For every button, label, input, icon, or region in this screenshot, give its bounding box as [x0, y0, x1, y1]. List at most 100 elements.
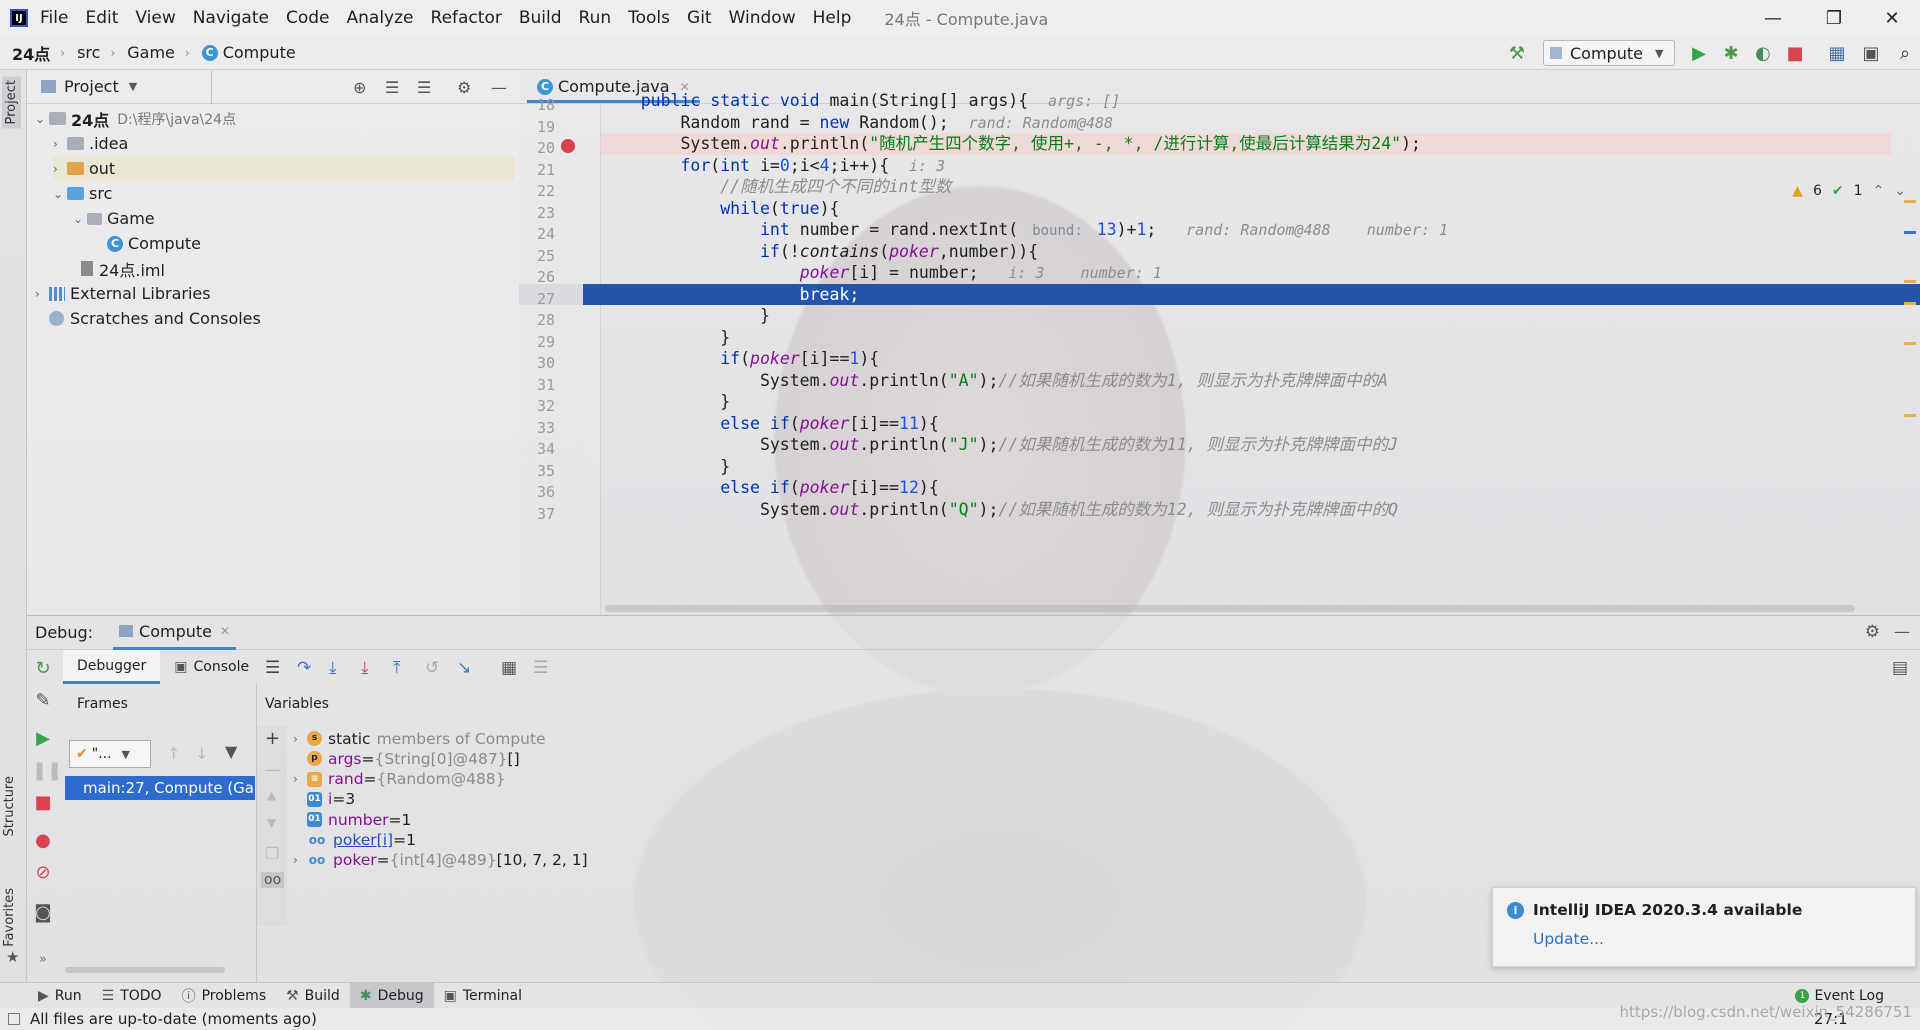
code-line[interactable]: System.out.println("J");//如果随机生成的数为11, 则… — [601, 434, 1891, 456]
line-number[interactable]: 28 — [519, 311, 555, 329]
tab-debugger[interactable]: Debugger — [63, 650, 161, 684]
code-line[interactable]: Random rand = new Random(); rand: Random… — [601, 112, 1891, 134]
code-line[interactable]: break; — [583, 283, 1920, 305]
copy-icon[interactable]: ❐ — [265, 844, 279, 863]
line-number[interactable]: 37 — [519, 505, 555, 523]
line-number[interactable]: 34 — [519, 440, 555, 458]
arrow-up-icon[interactable]: ↑ — [167, 744, 180, 763]
tool-tab-debug[interactable]: ✱ Debug — [349, 982, 434, 1009]
tree-item-project-root[interactable]: ⌄ 24点 D:\程序\java\24点 — [35, 106, 236, 131]
tree-item-idea[interactable]: › .idea — [53, 131, 128, 156]
project-structure-icon[interactable]: ▦ — [1826, 43, 1848, 64]
code-line[interactable]: } — [601, 391, 1891, 413]
build-hammer-icon[interactable]: ⚒ — [1506, 43, 1528, 64]
chevron-right-icon[interactable]: › — [293, 853, 307, 867]
step-out-icon[interactable]: ⤒ — [393, 658, 401, 678]
chevron-down-icon[interactable]: ▼ — [129, 80, 137, 93]
error-stripe-mark[interactable] — [1904, 280, 1916, 283]
step-into-icon[interactable]: ⤓ — [329, 658, 337, 678]
pause-icon[interactable]: ❚❚ — [32, 760, 62, 781]
trace-stream-icon[interactable]: ☰ — [533, 658, 548, 678]
line-number[interactable]: 29 — [519, 333, 555, 351]
chevron-right-icon[interactable]: › — [293, 732, 307, 746]
code-line[interactable]: if(poker[i]==1){ — [601, 348, 1891, 370]
expand-all-icon[interactable]: ☰ — [385, 78, 399, 97]
thread-selector[interactable]: ✔ "... ▼ — [69, 740, 151, 768]
error-stripe-mark[interactable] — [1904, 231, 1916, 234]
breakpoint-icon[interactable] — [561, 139, 575, 153]
code-line[interactable]: } — [601, 456, 1891, 478]
menu-git[interactable]: Git — [687, 8, 712, 28]
tree-item-out[interactable]: › out — [53, 156, 515, 181]
line-number[interactable]: 33 — [519, 419, 555, 437]
menu-refactor[interactable]: Refactor — [431, 8, 502, 28]
filter-icon[interactable]: ▼ — [225, 742, 237, 761]
tree-item-game[interactable]: ⌄ Game — [73, 206, 155, 231]
error-stripe-mark[interactable] — [1904, 200, 1916, 203]
line-number[interactable]: 24 — [519, 225, 555, 243]
line-number[interactable]: 25 — [519, 247, 555, 265]
menu-code[interactable]: Code — [286, 8, 330, 28]
error-stripe-mark[interactable] — [1904, 414, 1916, 417]
code-line[interactable]: else if(poker[i]==11){ — [601, 413, 1891, 435]
tool-tab-problems[interactable]: ⓘ Problems — [172, 983, 277, 1009]
minimize-button[interactable]: — — [1745, 0, 1801, 36]
run-icon[interactable]: ▶ — [1688, 43, 1710, 64]
close-tab-icon[interactable]: ✕ — [220, 624, 230, 638]
code-line[interactable]: while(true){ — [601, 198, 1891, 220]
arrow-down-icon[interactable]: ↓ — [195, 744, 208, 763]
menu-file[interactable]: File — [40, 8, 68, 28]
frame-item[interactable]: main:27, Compute (Gam — [65, 776, 255, 800]
code-line[interactable]: System.out.println("A");//如果随机生成的数为1, 则显… — [601, 370, 1891, 392]
chevron-right-icon[interactable]: › — [293, 772, 307, 786]
structure-tool-tab[interactable]: Structure — [2, 776, 17, 836]
tool-tab-run[interactable]: ▶ Run — [28, 983, 92, 1009]
breadcrumb-project[interactable]: 24点 — [12, 41, 50, 65]
evaluate-expression-icon[interactable]: ▦ — [501, 658, 517, 678]
tool-tab-build[interactable]: ⚒ Build — [276, 983, 350, 1009]
git-window-icon[interactable]: ▣ — [1860, 43, 1882, 64]
breadcrumb-game[interactable]: Game — [127, 43, 175, 62]
collapse-all-icon[interactable]: ☰ — [417, 78, 431, 97]
menu-help[interactable]: Help — [813, 8, 852, 28]
code-line[interactable]: if(!contains(poker,number)){ — [601, 241, 1891, 263]
tree-item-iml[interactable]: 24点.iml — [81, 256, 165, 281]
toggle-tool-windows-icon[interactable] — [8, 1013, 20, 1025]
remove-watch-icon[interactable]: — — [265, 760, 281, 779]
line-number[interactable]: 22 — [519, 182, 555, 200]
editor-horizontal-scrollbar[interactable] — [605, 605, 1855, 612]
line-number[interactable]: 31 — [519, 376, 555, 394]
update-link[interactable]: Update... — [1533, 930, 1604, 948]
code-line[interactable]: } — [601, 327, 1891, 349]
variable-row[interactable]: › oo poker = {int[4]@489} [10, 7, 2, 1] — [293, 848, 588, 873]
favorites-tool-tab[interactable]: Favorites — [2, 888, 17, 947]
mute-breakpoints-icon[interactable]: ⊘ — [32, 862, 54, 883]
add-watch-icon[interactable]: + — [265, 728, 280, 749]
debug-bug-icon[interactable]: ✱ — [1720, 43, 1742, 64]
move-down-icon[interactable]: ▼ — [267, 816, 276, 830]
code-line[interactable]: } — [601, 305, 1891, 327]
line-number[interactable]: 36 — [519, 483, 555, 501]
layout-settings-icon[interactable]: ▤ — [1892, 658, 1908, 678]
tool-tab-todo[interactable]: ☰ TODO — [92, 983, 172, 1009]
move-up-icon[interactable]: ▲ — [267, 788, 276, 802]
line-number[interactable]: 19 — [519, 118, 555, 136]
line-number[interactable]: 32 — [519, 397, 555, 415]
code-line[interactable]: System.out.println("Q");//如果随机生成的数为12, 则… — [601, 499, 1891, 521]
tool-tab-terminal[interactable]: ▣ Terminal — [434, 983, 532, 1009]
coverage-icon[interactable]: ◐ — [1752, 43, 1774, 64]
run-configuration-select[interactable]: Compute ▼ — [1543, 40, 1675, 66]
line-number[interactable]: 21 — [519, 161, 555, 179]
project-tool-tab[interactable]: Project — [2, 76, 21, 129]
chevron-down-icon[interactable]: ⌄ — [1894, 183, 1906, 199]
menu-run[interactable]: Run — [579, 8, 612, 28]
line-number[interactable]: 20 — [519, 139, 555, 157]
editor-gutter[interactable]: 18 19 20 21 22 23 24 25 26 27 28 29 30 31 32 33 34 35 36 37 — [519, 96, 601, 615]
code-line[interactable]: int number = rand.nextInt( bound: 13)+1;… — [601, 219, 1891, 241]
code-line[interactable]: //随机生成四个不同的int型数 — [601, 176, 1891, 198]
line-number[interactable]: 27 — [519, 290, 555, 308]
camera-icon[interactable]: ◙ — [32, 902, 54, 923]
code-line[interactable]: poker[i] = number; i: 3 number: 1 — [601, 262, 1891, 284]
run-to-cursor-icon[interactable]: ↘ — [457, 658, 471, 678]
project-panel-title[interactable]: Project — [64, 77, 119, 96]
